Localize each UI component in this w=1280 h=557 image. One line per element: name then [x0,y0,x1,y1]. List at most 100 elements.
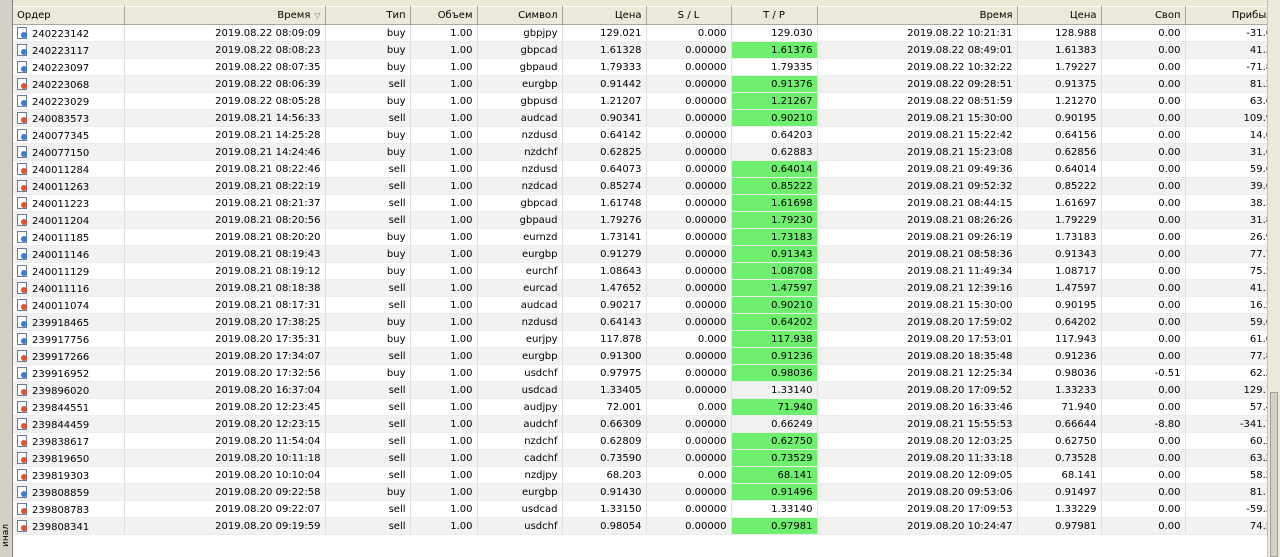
cell-close-time: 2019.08.21 12:25:34 [817,364,1018,382]
table-row[interactable]: 239819303 2019.08.20 10:10:04 sell 1.00 nzdj… [13,466,1280,484]
cell-volume: 1.00 [410,109,478,127]
table-row[interactable]: 240083573 2019.08.21 14:56:33 sell 1.00 audc… [13,109,1280,127]
table-row[interactable]: 240011284 2019.08.21 08:22:46 sell 1.00 nzdu… [13,160,1280,178]
cell-swap: 0.00 [1101,279,1186,297]
table-row[interactable]: 240223097 2019.08.22 08:07:35 buy 1.00 gbpau… [13,58,1280,76]
cell-time: 2019.08.20 09:19:59 [124,517,326,535]
cell-profit: 38.32 [1185,194,1280,212]
cell-profit: 59.00 [1185,160,1280,178]
column-header-time[interactable]: Время ▽ [124,6,326,25]
cell-symbol: nzdusd [477,126,563,144]
table-row[interactable]: 240223142 2019.08.22 08:09:09 buy 1.00 gbpjp… [13,24,1280,42]
cell-tp: 0.73529 [731,449,818,467]
table-row[interactable]: 239916952 2019.08.20 17:32:56 buy 1.00 usdch… [13,364,1280,382]
column-header-close-price[interactable]: Цена [1017,6,1102,25]
cell-profit: 26.91 [1185,228,1280,246]
table-row[interactable]: 240077150 2019.08.21 14:24:46 buy 1.00 nzdch… [13,143,1280,161]
cell-time: 2019.08.22 08:06:39 [124,75,326,93]
table-row[interactable]: 240011146 2019.08.21 08:19:43 buy 1.00 eurgb… [13,245,1280,263]
cell-close-price: 0.73528 [1017,449,1102,467]
table-row[interactable]: 239844551 2019.08.20 12:23:45 sell 1.00 audj… [13,398,1280,416]
cell-profit: 61.09 [1185,330,1280,348]
order-number: 239917266 [32,351,90,363]
column-header-order[interactable]: Ордер [13,6,125,25]
cell-close-time: 2019.08.21 08:26:26 [817,211,1018,229]
order-number: 240223068 [32,79,90,91]
column-header-tp[interactable]: T / P [731,6,818,25]
order-number: 239918465 [32,317,90,329]
table-row[interactable]: 240011263 2019.08.21 08:22:19 sell 1.00 nzdc… [13,177,1280,195]
table-row[interactable]: 240011129 2019.08.21 08:19:12 buy 1.00 eurch… [13,262,1280,280]
cell-type: buy [325,245,411,263]
cell-sl: 0.000 [646,466,732,484]
terminal-side-tab[interactable]: инал [0,0,13,557]
vertical-scrollbar[interactable] [1267,0,1280,557]
table-row[interactable]: 240223029 2019.08.22 08:05:28 buy 1.00 gbpus… [13,92,1280,110]
column-header-swap[interactable]: Своп [1101,6,1186,25]
cell-symbol: gbpaud [477,211,563,229]
cell-order: 240011074 [13,296,125,314]
table-row[interactable]: 239896020 2019.08.20 16:37:04 sell 1.00 usdc… [13,381,1280,399]
table-row[interactable]: 240077345 2019.08.21 14:25:28 buy 1.00 nzdus… [13,126,1280,144]
cell-close-time: 2019.08.20 17:53:01 [817,330,1018,348]
scrollbar-thumb[interactable] [1270,392,1278,557]
cell-volume: 1.00 [410,126,478,144]
table-row[interactable]: 240011116 2019.08.21 08:18:38 sell 1.00 eurc… [13,279,1280,297]
cell-close-price: 1.73183 [1017,228,1102,246]
order-number: 239844551 [32,402,90,414]
table-row[interactable]: 240223068 2019.08.22 08:06:39 sell 1.00 eurg… [13,75,1280,93]
table-row[interactable]: 239808783 2019.08.20 09:22:07 sell 1.00 usdc… [13,500,1280,518]
buy-order-icon [17,264,28,277]
cell-close-price: 1.79229 [1017,211,1102,229]
cell-swap: 0.00 [1101,466,1186,484]
cell-close-price: 0.64156 [1017,126,1102,144]
table-row[interactable]: 239819650 2019.08.20 10:11:18 sell 1.00 cadc… [13,449,1280,467]
table-row[interactable]: 240011185 2019.08.21 08:20:20 buy 1.00 eurnz… [13,228,1280,246]
cell-swap: 0.00 [1101,58,1186,76]
buy-order-icon [17,94,28,107]
cell-type: buy [325,24,411,42]
cell-sl: 0.00000 [646,517,732,535]
cell-order: 240223117 [13,41,125,59]
column-header-symbol[interactable]: Символ [477,6,563,25]
cell-sl: 0.00000 [646,41,732,59]
cell-profit: 62.22 [1185,364,1280,382]
table-row[interactable]: 239808341 2019.08.20 09:19:59 sell 1.00 usdc… [13,517,1280,535]
table-row[interactable]: 239808859 2019.08.20 09:22:58 buy 1.00 eurgb… [13,483,1280,501]
table-row[interactable]: 240011074 2019.08.21 08:17:31 sell 1.00 audc… [13,296,1280,314]
cell-order: 239838617 [13,432,125,450]
table-row[interactable]: 240223117 2019.08.22 08:08:23 buy 1.00 gbpca… [13,41,1280,59]
table-row[interactable]: 239844459 2019.08.20 12:23:15 sell 1.00 audc… [13,415,1280,433]
cell-sl: 0.00000 [646,228,732,246]
table-row[interactable]: 239917756 2019.08.20 17:35:31 buy 1.00 eurjp… [13,330,1280,348]
column-header-profit[interactable]: Прибыль [1185,6,1280,25]
table-row[interactable]: 240011223 2019.08.21 08:21:37 sell 1.00 gbpc… [13,194,1280,212]
cell-volume: 1.00 [410,41,478,59]
cell-time: 2019.08.21 08:18:38 [124,279,326,297]
table-row[interactable]: 239838617 2019.08.20 11:54:04 sell 1.00 nzdc… [13,432,1280,450]
cell-close-time: 2019.08.20 12:03:25 [817,432,1018,450]
column-header-sl[interactable]: S / L [646,6,732,25]
cell-close-time: 2019.08.22 10:21:31 [817,24,1018,42]
column-header-price[interactable]: Цена [562,6,647,25]
table-row[interactable]: 239917266 2019.08.20 17:34:07 sell 1.00 eurg… [13,347,1280,365]
buy-order-icon [17,43,28,56]
cell-time: 2019.08.22 08:08:23 [124,41,326,59]
column-header-close-time[interactable]: Время [817,6,1018,25]
column-header-type[interactable]: Тип [325,6,411,25]
cell-type: buy [325,330,411,348]
cell-close-time: 2019.08.22 10:32:22 [817,58,1018,76]
cell-type: sell [325,75,411,93]
cell-sl: 0.00000 [646,194,732,212]
column-header-volume[interactable]: Объем [410,6,478,25]
cell-volume: 1.00 [410,432,478,450]
sell-order-icon [17,434,28,447]
order-number: 239916952 [32,368,90,380]
table-row[interactable]: 240011204 2019.08.21 08:20:56 sell 1.00 gbpa… [13,211,1280,229]
cell-close-price: 0.62750 [1017,432,1102,450]
table-row[interactable]: 239918465 2019.08.20 17:38:25 buy 1.00 nzdus… [13,313,1280,331]
cell-profit: 75.56 [1185,262,1280,280]
cell-order: 240011116 [13,279,125,297]
cell-swap: 0.00 [1101,432,1186,450]
cell-time: 2019.08.20 10:10:04 [124,466,326,484]
